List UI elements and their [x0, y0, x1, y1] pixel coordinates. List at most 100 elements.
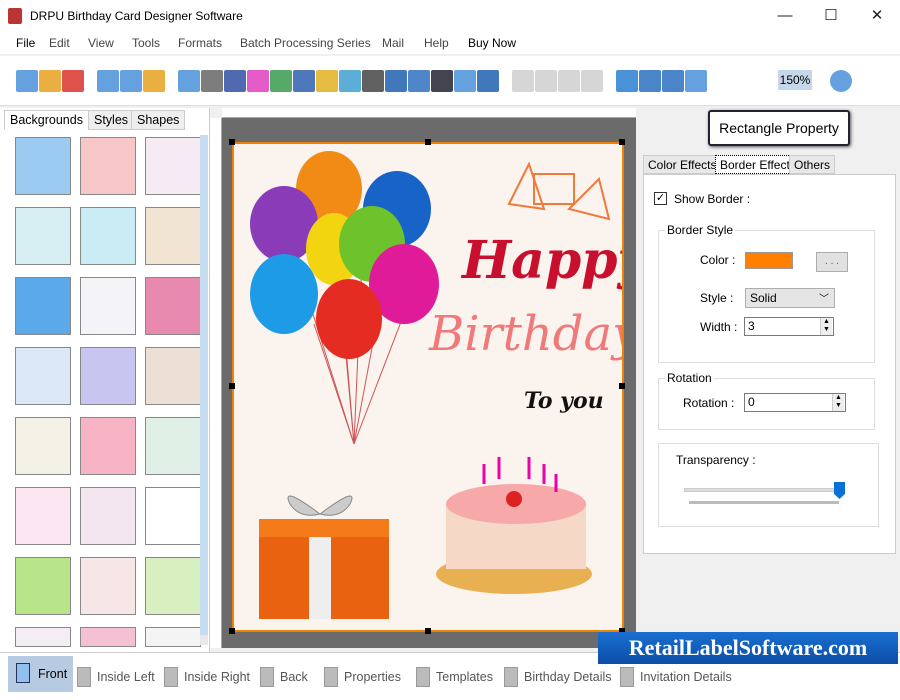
background-thumbnail[interactable]: [15, 417, 71, 475]
save-as-icon[interactable]: [120, 70, 142, 92]
card-text-happy[interactable]: Happy: [462, 230, 622, 291]
menu-formats[interactable]: Formats: [178, 36, 222, 50]
resize-handle[interactable]: [229, 139, 235, 145]
print-icon[interactable]: [201, 70, 223, 92]
zoom-out-icon[interactable]: [830, 70, 852, 92]
resize-handle[interactable]: [229, 383, 235, 389]
background-thumbnail[interactable]: [15, 277, 71, 335]
grid-icon[interactable]: [616, 70, 638, 92]
background-thumbnail[interactable]: [15, 487, 71, 545]
open-icon[interactable]: [39, 70, 61, 92]
tab-inside-left[interactable]: Inside Left: [75, 664, 155, 690]
word-art-icon[interactable]: [408, 70, 430, 92]
transparency-slider-track[interactable]: [684, 488, 840, 492]
copy-icon[interactable]: [535, 70, 557, 92]
background-thumbnail[interactable]: [145, 137, 201, 195]
close-button[interactable]: ✕: [854, 0, 900, 32]
menu-help[interactable]: Help: [424, 36, 449, 50]
tab-shapes[interactable]: Shapes: [131, 110, 186, 130]
color-picker-button[interactable]: . . .: [816, 252, 848, 272]
background-thumbnail[interactable]: [80, 487, 136, 545]
background-thumbnail[interactable]: [80, 207, 136, 265]
delete-icon[interactable]: [581, 70, 603, 92]
resize-handle[interactable]: [425, 139, 431, 145]
tab-others[interactable]: Others: [789, 155, 836, 174]
tab-back[interactable]: Back: [258, 664, 308, 690]
email-icon[interactable]: [454, 70, 476, 92]
tab-front[interactable]: Front: [8, 656, 74, 692]
barcode-icon[interactable]: [362, 70, 384, 92]
maximize-button[interactable]: ☐: [808, 0, 854, 32]
menu-file[interactable]: File: [16, 36, 35, 50]
background-thumbnail[interactable]: [145, 347, 201, 405]
minimize-button[interactable]: —: [762, 0, 808, 32]
print-batch-icon[interactable]: [224, 70, 246, 92]
actual-size-icon[interactable]: [639, 70, 661, 92]
tab-invitation-details[interactable]: Invitation Details: [618, 664, 732, 690]
tab-border-effect[interactable]: Border Effect: [715, 155, 795, 174]
background-thumbnail[interactable]: [145, 627, 201, 647]
resize-handle[interactable]: [425, 628, 431, 634]
background-thumbnail[interactable]: [80, 557, 136, 615]
resize-handle[interactable]: [619, 139, 625, 145]
menu-view[interactable]: View: [88, 36, 114, 50]
zoom-level-select[interactable]: 150%: [778, 70, 812, 90]
border-style-select[interactable]: Solid ﹀: [745, 288, 835, 308]
new-icon[interactable]: [16, 70, 38, 92]
cut-icon[interactable]: [512, 70, 534, 92]
menu-mail[interactable]: Mail: [382, 36, 404, 50]
rotation-spinner[interactable]: ▲ ▼: [832, 394, 844, 411]
watermark-icon[interactable]: [339, 70, 361, 92]
background-thumbnail[interactable]: [15, 347, 71, 405]
birthday-card[interactable]: Happy Birthday To you: [232, 142, 624, 632]
tab-birthday-details[interactable]: Birthday Details: [502, 664, 612, 690]
shapes-icon[interactable]: [316, 70, 338, 92]
line-icon[interactable]: [477, 70, 499, 92]
gift-icon[interactable]: [247, 70, 269, 92]
card-text-birthday[interactable]: Birthday: [429, 306, 622, 362]
resize-handle[interactable]: [619, 383, 625, 389]
rotation-input[interactable]: 0 ▲ ▼: [744, 393, 846, 412]
background-thumbnail[interactable]: [80, 137, 136, 195]
background-thumbnail[interactable]: [80, 277, 136, 335]
width-spinner[interactable]: ▲ ▼: [820, 318, 832, 335]
fit-to-window-icon[interactable]: [662, 70, 684, 92]
insert-image-icon[interactable]: [270, 70, 292, 92]
show-border-checkbox[interactable]: ✓: [654, 192, 667, 205]
menu-batch-processing[interactable]: Batch Processing Series: [240, 36, 371, 50]
background-thumbnail[interactable]: [15, 207, 71, 265]
export-icon[interactable]: [143, 70, 165, 92]
text-icon[interactable]: [385, 70, 407, 92]
background-thumbnail[interactable]: [80, 347, 136, 405]
pen-icon[interactable]: [293, 70, 315, 92]
tab-properties[interactable]: Properties: [322, 664, 401, 690]
close-file-icon[interactable]: [62, 70, 84, 92]
menu-buy-now[interactable]: Buy Now: [468, 36, 516, 50]
background-thumbnail[interactable]: [145, 277, 201, 335]
tab-backgrounds[interactable]: Backgrounds: [4, 110, 89, 130]
background-thumbnail[interactable]: [145, 417, 201, 475]
tab-color-effects[interactable]: Color Effects: [643, 155, 722, 174]
tab-styles[interactable]: Styles: [88, 110, 135, 130]
page-setup-icon[interactable]: [178, 70, 200, 92]
save-icon[interactable]: [97, 70, 119, 92]
thumbnail-scrollbar[interactable]: [200, 135, 208, 645]
border-color-swatch[interactable]: [745, 252, 793, 269]
card-text-to-you[interactable]: To you: [524, 388, 604, 414]
background-thumbnail[interactable]: [80, 627, 136, 647]
tab-templates[interactable]: Templates: [414, 664, 493, 690]
border-width-input[interactable]: 3 ▲ ▼: [744, 317, 834, 336]
signature-icon[interactable]: [431, 70, 453, 92]
background-thumbnail[interactable]: [145, 487, 201, 545]
menu-edit[interactable]: Edit: [49, 36, 70, 50]
rectangle-property-button[interactable]: Rectangle Property: [708, 110, 850, 146]
menu-tools[interactable]: Tools: [132, 36, 160, 50]
background-thumbnail[interactable]: [145, 557, 201, 615]
zoom-in-icon[interactable]: [685, 70, 707, 92]
background-thumbnail[interactable]: [15, 557, 71, 615]
background-thumbnail[interactable]: [15, 137, 71, 195]
background-thumbnail[interactable]: [80, 417, 136, 475]
tab-inside-right[interactable]: Inside Right: [162, 664, 250, 690]
paste-icon[interactable]: [558, 70, 580, 92]
resize-handle[interactable]: [229, 628, 235, 634]
